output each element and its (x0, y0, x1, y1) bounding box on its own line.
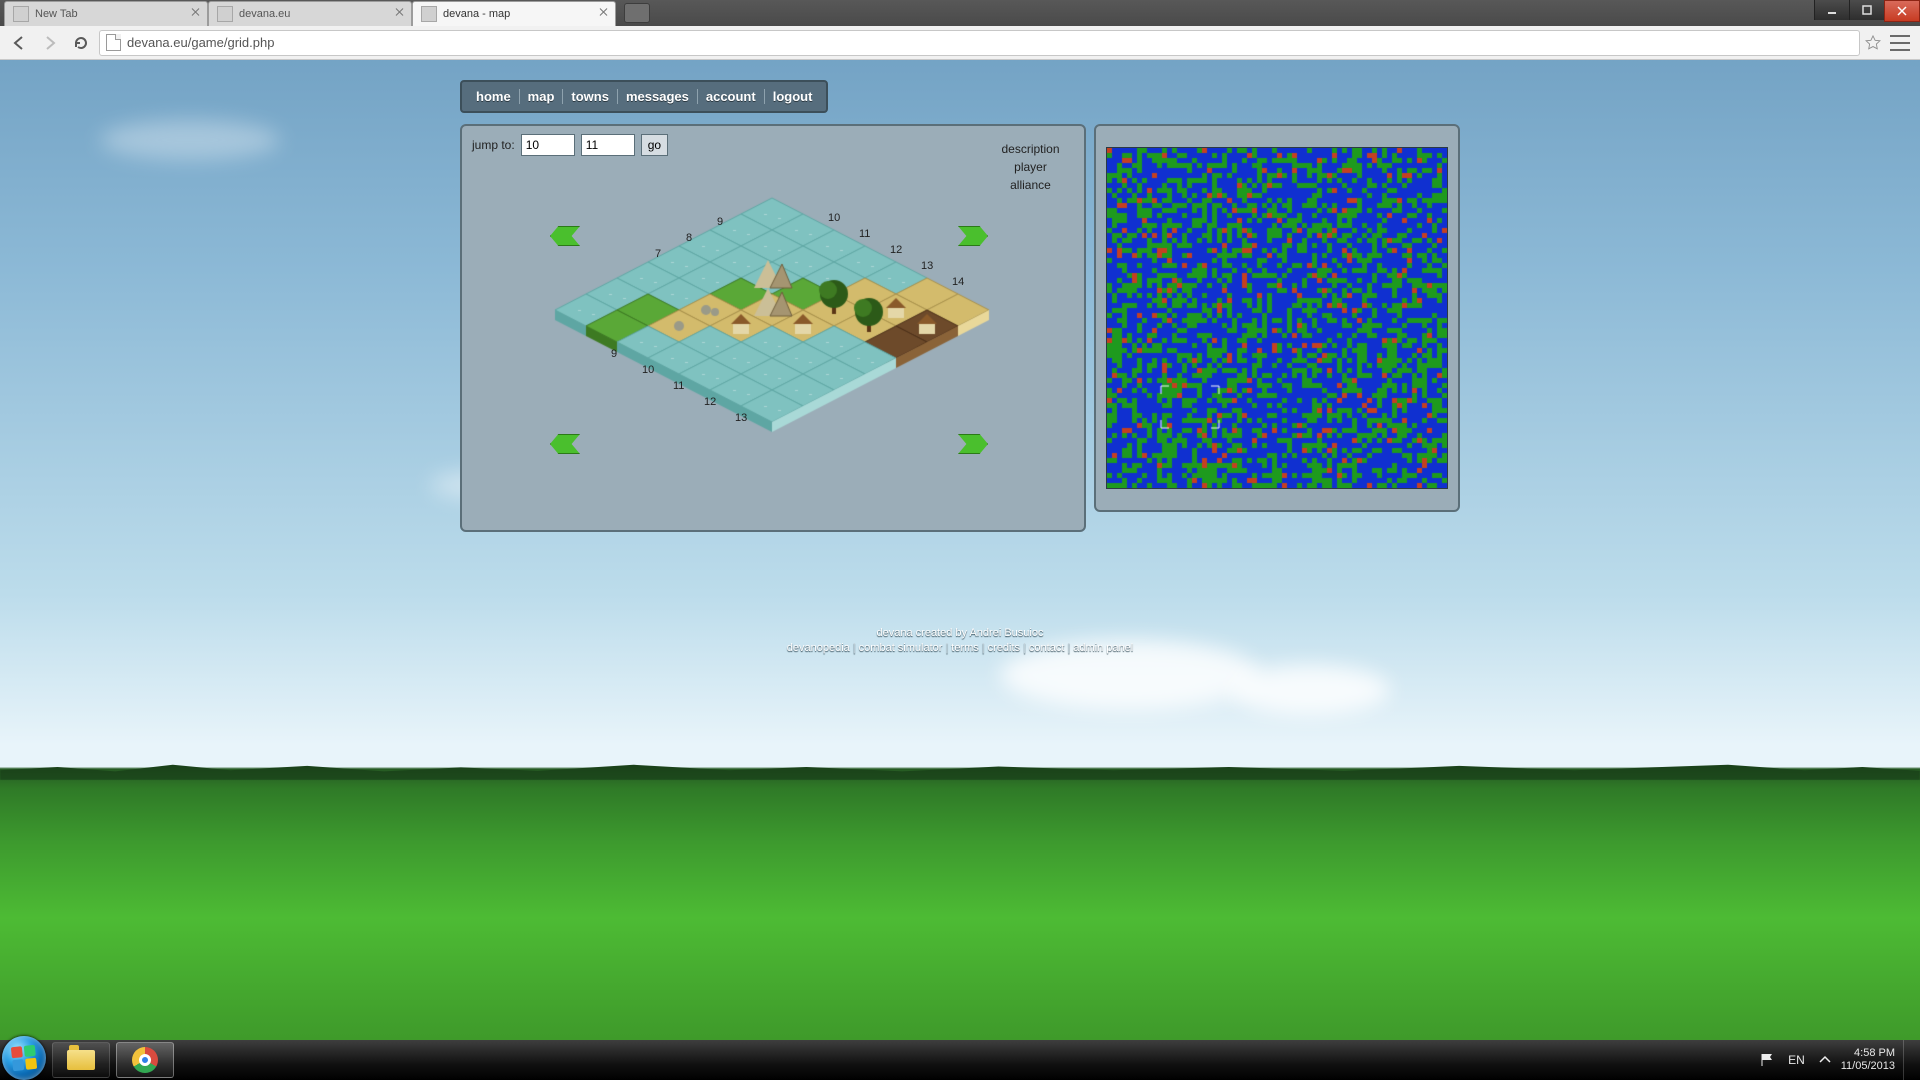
credits-line: devana created by Andrei Busuioc (460, 626, 1460, 641)
favicon (217, 6, 233, 22)
axis-label: 13 (735, 412, 747, 424)
tray-flag-icon[interactable] (1760, 1052, 1776, 1068)
close-icon[interactable] (599, 7, 609, 17)
credit-link[interactable]: contact (1029, 642, 1064, 654)
tab-title: devana - map (443, 8, 510, 20)
close-icon[interactable] (395, 7, 405, 17)
address-bar[interactable]: devana.eu/game/grid.php (99, 30, 1860, 56)
chrome-menu-icon[interactable] (1890, 35, 1910, 51)
new-tab-button[interactable] (624, 3, 650, 23)
browser-window: New Tab devana.eu devana - map devana.eu… (0, 0, 1920, 60)
page-icon (106, 34, 121, 51)
jump-y-input[interactable] (581, 134, 635, 156)
axis-label: 9 (717, 216, 723, 228)
nav-towns[interactable]: towns (563, 85, 617, 108)
show-desktop-button[interactable] (1903, 1040, 1916, 1080)
reload-button[interactable] (68, 30, 94, 56)
axis-label: 8 (686, 232, 692, 244)
axis-label: 7 (655, 248, 661, 260)
forward-button[interactable] (37, 30, 63, 56)
axis-label: 11 (673, 380, 684, 392)
bookmark-star-icon[interactable] (1865, 35, 1881, 51)
window-close-button[interactable] (1884, 0, 1920, 22)
tabstrip: New Tab devana.eu devana - map (0, 0, 1920, 26)
game-container: homemaptownsmessagesaccountlogout jump t… (460, 80, 1460, 532)
windows-taskbar: EN 4:58 PM 11/05/2013 (0, 1040, 1920, 1080)
axis-label: 12 (704, 396, 716, 408)
url-text: devana.eu/game/grid.php (127, 35, 274, 50)
axis-label: 14 (952, 276, 964, 288)
axis-label: 12 (890, 244, 902, 256)
isometric-map-area[interactable]: 14 13 12 11 10 9 8 7 9 10 11 12 13 (472, 170, 1074, 522)
credit-link[interactable]: combat simulator (859, 642, 943, 654)
credit-link[interactable]: admin panel (1073, 642, 1133, 654)
close-icon[interactable] (191, 7, 201, 17)
nav-map[interactable]: map (520, 85, 563, 108)
isometric-grid-canvas[interactable] (472, 170, 1072, 510)
tab-title: devana.eu (239, 8, 290, 20)
tray-clock[interactable]: 4:58 PM 11/05/2013 (1841, 1047, 1895, 1072)
tray-up-icon[interactable] (1817, 1052, 1833, 1068)
chrome-icon (132, 1047, 158, 1073)
window-minimize-button[interactable] (1814, 0, 1849, 20)
system-tray: EN 4:58 PM 11/05/2013 (1760, 1040, 1920, 1080)
axis-label: 10 (642, 364, 654, 376)
folder-icon (67, 1050, 95, 1070)
browser-tab[interactable]: New Tab (4, 1, 208, 26)
taskbar-chrome-button[interactable] (116, 1042, 174, 1078)
credit-link[interactable]: devanopedia (787, 642, 850, 654)
language-indicator[interactable]: EN (1784, 1051, 1809, 1069)
nav-account[interactable]: account (698, 85, 764, 108)
credit-link[interactable]: terms (951, 642, 979, 654)
jump-to-label: jump to: (472, 138, 515, 152)
browser-tab[interactable]: devana - map (412, 1, 616, 26)
browser-tab[interactable]: devana.eu (208, 1, 412, 26)
window-maximize-button[interactable] (1849, 0, 1884, 20)
axis-label: 10 (828, 212, 840, 224)
axis-label: 13 (921, 260, 933, 272)
jump-x-input[interactable] (521, 134, 575, 156)
tab-title: New Tab (35, 8, 78, 20)
map-panel: jump to: go description player alliance … (460, 124, 1086, 532)
minimap-canvas[interactable] (1106, 147, 1448, 489)
favicon (421, 6, 437, 22)
credit-link[interactable]: credits (988, 642, 1020, 654)
footer-credits: devana created by Andrei Busuioc devanop… (460, 626, 1460, 657)
minimap-panel (1094, 124, 1461, 512)
info-description: description (1001, 140, 1059, 158)
clock-date: 11/05/2013 (1841, 1060, 1895, 1073)
back-button[interactable] (6, 30, 32, 56)
axis-label: 9 (611, 348, 617, 360)
nav-logout[interactable]: logout (765, 85, 821, 108)
game-navbar: homemaptownsmessagesaccountlogout (460, 80, 828, 113)
taskbar-explorer-button[interactable] (52, 1042, 110, 1078)
go-button[interactable]: go (641, 134, 668, 156)
nav-messages[interactable]: messages (618, 85, 697, 108)
axis-label: 11 (859, 228, 870, 240)
browser-toolbar: devana.eu/game/grid.php (0, 26, 1920, 59)
start-button[interactable] (2, 1036, 46, 1080)
nav-home[interactable]: home (468, 85, 519, 108)
favicon (13, 6, 29, 22)
clock-time: 4:58 PM (1841, 1047, 1895, 1060)
